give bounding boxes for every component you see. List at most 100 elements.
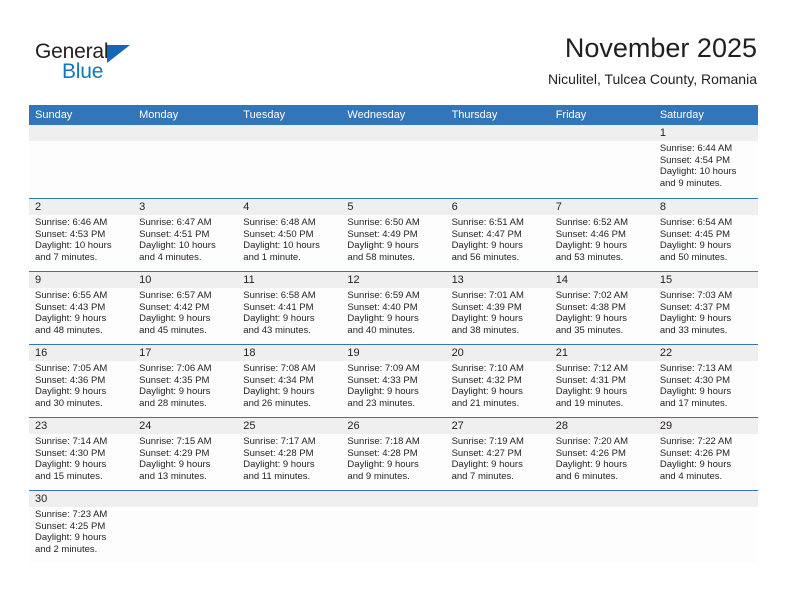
day-sun-info: Sunrise: 7:01 AM Sunset: 4:39 PM Dayligh… — [451, 290, 524, 336]
weekday-thursday: Thursday — [451, 109, 498, 121]
day-cell[interactable] — [341, 125, 445, 197]
day-cell[interactable]: 19 Sunrise: 7:09 AM Sunset: 4:33 PM Dayl… — [341, 345, 445, 417]
week-row: 30 Sunrise: 7:23 AM Sunset: 4:25 PM Dayl… — [29, 490, 758, 563]
day-number: 21 — [555, 347, 568, 359]
day-number: 6 — [451, 201, 458, 213]
day-sun-info: Sunrise: 7:09 AM Sunset: 4:33 PM Dayligh… — [347, 363, 420, 409]
day-cell[interactable] — [550, 125, 654, 197]
day-sun-info: Sunrise: 7:18 AM Sunset: 4:28 PM Dayligh… — [347, 436, 420, 482]
day-cell[interactable] — [654, 491, 758, 563]
page-subtitle: Niculitel, Tulcea County, Romania — [547, 71, 757, 87]
weekday-saturday: Saturday — [659, 109, 704, 121]
day-number — [556, 125, 654, 141]
day-sun-info: Sunrise: 6:55 AM Sunset: 4:43 PM Dayligh… — [35, 290, 108, 336]
day-number: 15 — [659, 274, 673, 286]
day-number: 9 — [35, 274, 42, 286]
day-number: 17 — [139, 347, 152, 359]
weekday-friday: Friday — [555, 109, 587, 121]
day-cell[interactable]: 17 Sunrise: 7:06 AM Sunset: 4:35 PM Dayl… — [133, 345, 237, 417]
day-cell[interactable] — [133, 125, 237, 197]
day-sun-info: Sunrise: 7:23 AM Sunset: 4:25 PM Dayligh… — [35, 509, 108, 555]
day-cell[interactable]: 22 Sunrise: 7:13 AM Sunset: 4:30 PM Dayl… — [654, 345, 758, 417]
day-number: 24 — [139, 420, 152, 432]
day-sun-info: Sunrise: 7:22 AM Sunset: 4:26 PM Dayligh… — [659, 436, 733, 482]
weekday-header-row: Sunday Monday Tuesday Wednesday Thursday… — [29, 105, 758, 125]
day-sun-info: Sunrise: 6:51 AM Sunset: 4:47 PM Dayligh… — [451, 217, 524, 263]
day-cell[interactable] — [550, 491, 654, 563]
week-row: 2 Sunrise: 6:46 AM Sunset: 4:53 PM Dayli… — [29, 198, 758, 271]
general-blue-logo[interactable]: General Blue — [35, 40, 165, 88]
day-cell[interactable] — [341, 491, 445, 563]
day-cell[interactable]: 18 Sunrise: 7:08 AM Sunset: 4:34 PM Dayl… — [237, 345, 341, 417]
day-cell[interactable]: 6 Sunrise: 6:51 AM Sunset: 4:47 PM Dayli… — [446, 199, 550, 271]
day-cell[interactable]: 12 Sunrise: 6:59 AM Sunset: 4:40 PM Dayl… — [341, 272, 445, 344]
day-cell[interactable]: 21 Sunrise: 7:12 AM Sunset: 4:31 PM Dayl… — [550, 345, 654, 417]
day-number — [243, 125, 341, 141]
day-number: 27 — [451, 420, 464, 432]
day-sun-info: Sunrise: 7:06 AM Sunset: 4:35 PM Dayligh… — [139, 363, 212, 409]
day-number: 28 — [555, 420, 568, 432]
day-cell[interactable]: 11 Sunrise: 6:58 AM Sunset: 4:41 PM Dayl… — [237, 272, 341, 344]
day-sun-info: Sunrise: 6:48 AM Sunset: 4:50 PM Dayligh… — [243, 217, 320, 263]
day-cell[interactable]: 16 Sunrise: 7:05 AM Sunset: 4:36 PM Dayl… — [29, 345, 133, 417]
day-cell[interactable]: 13 Sunrise: 7:01 AM Sunset: 4:39 PM Dayl… — [446, 272, 550, 344]
day-cell[interactable]: 4 Sunrise: 6:48 AM Sunset: 4:50 PM Dayli… — [237, 199, 341, 271]
day-cell[interactable]: 7 Sunrise: 6:52 AM Sunset: 4:46 PM Dayli… — [550, 199, 654, 271]
day-sun-info: Sunrise: 7:03 AM Sunset: 4:37 PM Dayligh… — [659, 290, 733, 336]
day-sun-info: Sunrise: 7:19 AM Sunset: 4:27 PM Dayligh… — [451, 436, 524, 482]
day-sun-info: Sunrise: 7:13 AM Sunset: 4:30 PM Dayligh… — [659, 363, 733, 409]
day-number: 29 — [659, 420, 673, 432]
day-cell[interactable]: 9 Sunrise: 6:55 AM Sunset: 4:43 PM Dayli… — [29, 272, 133, 344]
day-cell[interactable] — [29, 125, 133, 197]
day-cell[interactable] — [237, 125, 341, 197]
day-number — [347, 491, 445, 507]
day-cell[interactable]: 29 Sunrise: 7:22 AM Sunset: 4:26 PM Dayl… — [654, 418, 758, 490]
logo-text-blue: Blue — [62, 60, 104, 83]
day-cell[interactable]: 14 Sunrise: 7:02 AM Sunset: 4:38 PM Dayl… — [550, 272, 654, 344]
day-number — [243, 491, 341, 507]
weekday-monday: Monday — [139, 109, 179, 121]
day-number: 22 — [659, 347, 673, 359]
week-row: 9 Sunrise: 6:55 AM Sunset: 4:43 PM Dayli… — [29, 271, 758, 344]
day-number: 10 — [139, 274, 152, 286]
logo-triangle-icon — [107, 45, 130, 63]
day-sun-info: Sunrise: 7:08 AM Sunset: 4:34 PM Dayligh… — [243, 363, 316, 409]
day-cell[interactable]: 26 Sunrise: 7:18 AM Sunset: 4:28 PM Dayl… — [341, 418, 445, 490]
day-number: 7 — [555, 201, 562, 213]
day-cell[interactable] — [446, 491, 550, 563]
day-sun-info: Sunrise: 6:58 AM Sunset: 4:41 PM Dayligh… — [243, 290, 316, 336]
weekday-tuesday: Tuesday — [243, 109, 286, 121]
day-cell[interactable]: 10 Sunrise: 6:57 AM Sunset: 4:42 PM Dayl… — [133, 272, 237, 344]
day-number: 25 — [243, 420, 256, 432]
day-sun-info: Sunrise: 6:50 AM Sunset: 4:49 PM Dayligh… — [347, 217, 420, 263]
day-cell[interactable]: 15 Sunrise: 7:03 AM Sunset: 4:37 PM Dayl… — [654, 272, 758, 344]
day-number: 30 — [35, 493, 48, 505]
week-row: 23 Sunrise: 7:14 AM Sunset: 4:30 PM Dayl… — [29, 417, 758, 490]
day-cell[interactable] — [237, 491, 341, 563]
day-cell[interactable] — [133, 491, 237, 563]
day-number: 16 — [35, 347, 48, 359]
day-cell[interactable]: 30 Sunrise: 7:23 AM Sunset: 4:25 PM Dayl… — [29, 491, 133, 563]
day-cell[interactable]: 8 Sunrise: 6:54 AM Sunset: 4:45 PM Dayli… — [654, 199, 758, 271]
day-cell[interactable]: 3 Sunrise: 6:47 AM Sunset: 4:51 PM Dayli… — [133, 199, 237, 271]
day-sun-info: Sunrise: 7:12 AM Sunset: 4:31 PM Dayligh… — [555, 363, 629, 409]
day-cell[interactable]: 5 Sunrise: 6:50 AM Sunset: 4:49 PM Dayli… — [341, 199, 445, 271]
day-cell[interactable]: 20 Sunrise: 7:10 AM Sunset: 4:32 PM Dayl… — [446, 345, 550, 417]
day-cell[interactable]: 2 Sunrise: 6:46 AM Sunset: 4:53 PM Dayli… — [29, 199, 133, 271]
day-cell[interactable]: 27 Sunrise: 7:19 AM Sunset: 4:27 PM Dayl… — [446, 418, 550, 490]
day-sun-info: Sunrise: 6:46 AM Sunset: 4:53 PM Dayligh… — [35, 217, 112, 263]
day-sun-info: Sunrise: 7:02 AM Sunset: 4:38 PM Dayligh… — [555, 290, 629, 336]
day-number: 3 — [139, 201, 146, 213]
day-number: 12 — [347, 274, 360, 286]
day-cell[interactable]: 23 Sunrise: 7:14 AM Sunset: 4:30 PM Dayl… — [29, 418, 133, 490]
day-number — [347, 125, 445, 141]
day-cell[interactable]: 28 Sunrise: 7:20 AM Sunset: 4:26 PM Dayl… — [550, 418, 654, 490]
page-header: General Blue November 2025 Niculitel, Tu… — [0, 0, 792, 100]
day-cell[interactable] — [446, 125, 550, 197]
day-number — [452, 125, 550, 141]
day-number: 20 — [451, 347, 464, 359]
day-number: 1 — [659, 127, 666, 139]
day-cell[interactable]: 25 Sunrise: 7:17 AM Sunset: 4:28 PM Dayl… — [237, 418, 341, 490]
day-cell[interactable]: 1 Sunrise: 6:44 AM Sunset: 4:54 PM Dayli… — [654, 125, 758, 197]
day-cell[interactable]: 24 Sunrise: 7:15 AM Sunset: 4:29 PM Dayl… — [133, 418, 237, 490]
